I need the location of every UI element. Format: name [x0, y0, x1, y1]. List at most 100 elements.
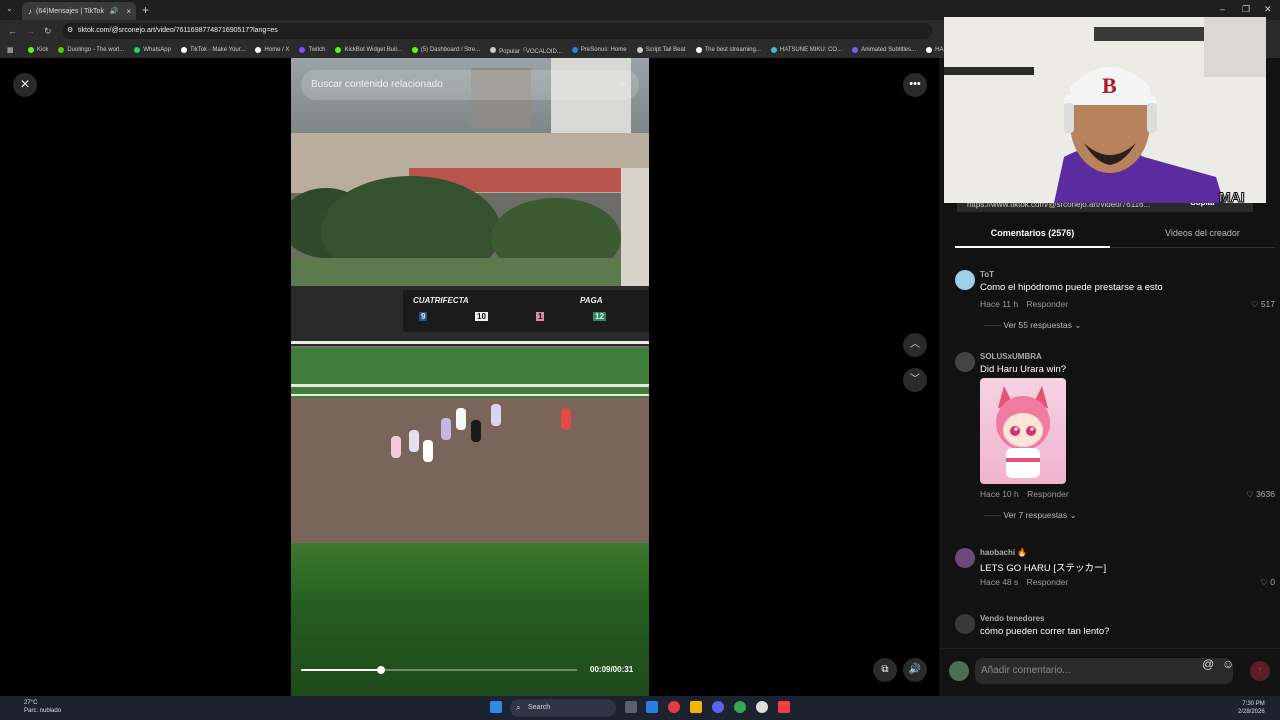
video-grass [291, 348, 649, 398]
bookmark-item[interactable]: (5) Dashboard / Stre... [411, 47, 480, 53]
bookmark-item[interactable]: KickBot Widget Buil... [335, 47, 402, 53]
board-number: 9 [419, 312, 428, 321]
avatar[interactable] [955, 548, 975, 568]
reload-icon[interactable]: ↻ [44, 26, 52, 37]
chevron-down-icon[interactable]: ﹀ [903, 368, 927, 392]
bookmark-favicon-icon [134, 47, 141, 53]
svg-text:B: B [1102, 73, 1117, 98]
floating-player-icon[interactable]: ⧉ [873, 658, 897, 682]
tab-creator-videos[interactable]: Videos del creador [1125, 228, 1280, 238]
reply-button[interactable]: Responder [1027, 489, 1069, 499]
start-icon[interactable] [490, 701, 502, 713]
new-tab-icon[interactable]: + [142, 3, 149, 17]
browser-tab[interactable]: ♪ (64)Mensajes | TikTok 🔊 × [22, 2, 136, 20]
bookmark-item[interactable]: HATSUNE MIKU: CO... [770, 47, 842, 53]
bookmark-label: TikTok - Make Your... [189, 47, 246, 53]
view-replies-button[interactable]: —— Ver 7 respuestas ⌄ [984, 510, 1077, 521]
related-search[interactable]: Buscar contenido relacionado ⌕ [301, 70, 639, 100]
back-icon[interactable]: ← [8, 26, 17, 36]
progress-knob[interactable] [377, 666, 386, 674]
chevron-down-icon: ⌄ [1069, 510, 1077, 520]
tab-close-icon[interactable]: × [126, 7, 131, 16]
file-explorer-icon[interactable] [690, 701, 702, 713]
bookmark-item[interactable]: HA [926, 47, 943, 53]
bookmark-item[interactable]: Animated Subtitles... [852, 47, 916, 53]
search-icon[interactable]: ⌕ [620, 76, 627, 91]
comment-user[interactable]: ToT [980, 270, 994, 279]
close-icon[interactable]: × [13, 73, 37, 97]
heart-icon[interactable]: ♡ [1260, 577, 1268, 587]
weather-widget[interactable]: 27°C Parc. nublado [10, 699, 61, 715]
bookmark-item[interactable]: Popular「VOCALOID... [490, 46, 562, 55]
forward-icon[interactable]: → [26, 26, 35, 36]
app-icon[interactable] [668, 701, 680, 713]
app-icon[interactable] [756, 701, 768, 713]
board-left-label: CUATRIFECTA [413, 296, 469, 305]
avatar[interactable] [955, 352, 975, 372]
bookmark-item[interactable]: PreSonus: Home [571, 47, 627, 53]
url-field[interactable]: ⚙ tiktok.com/@srconejo.art/video/7611698… [62, 23, 932, 39]
taskbar-search[interactable]: ⌕ Search [510, 699, 616, 717]
bookmark-item[interactable]: Script Tail Beat [636, 47, 686, 53]
bookmark-item[interactable]: WhatsApp [134, 47, 171, 53]
minimize-icon[interactable]: – [1220, 4, 1225, 14]
mention-icon[interactable]: @ [1202, 657, 1214, 671]
panel-tabs: Comentarios (2576) Videos del creador [955, 222, 1275, 248]
like-button[interactable]: ♡ 3636 [1246, 489, 1275, 500]
avatar[interactable] [955, 614, 975, 634]
bookmark-item[interactable]: Duolingo - The worl... [58, 47, 124, 53]
view-replies-button[interactable]: —— Ver 55 respuestas ⌄ [984, 320, 1081, 331]
avatar[interactable] [955, 270, 975, 290]
apps-icon[interactable]: ▦ [7, 46, 14, 54]
comment-user[interactable]: SOLUSxUMBRA [980, 352, 1042, 361]
comment-text: cómo pueden correr tan lento? [980, 626, 1110, 637]
webcam-overlay: B MAI [944, 17, 1266, 203]
bookmark-item[interactable]: Kick [28, 47, 48, 53]
video-player[interactable]: CUATRIFECTA PAGA 9 10 1 12 Buscar conten… [291, 58, 649, 696]
bookmark-item[interactable]: The best streaming... [695, 47, 761, 53]
search-icon: ⌕ [516, 703, 521, 712]
chrome-icon[interactable] [734, 701, 746, 713]
site-info-icon[interactable]: ⚙ [67, 26, 73, 34]
reply-button[interactable]: Responder [1027, 299, 1069, 309]
bookmark-favicon-icon [695, 47, 702, 53]
discord-icon[interactable] [712, 701, 724, 713]
heart-icon[interactable]: ♡ [1246, 489, 1254, 499]
audio-icon[interactable]: 🔊 [110, 7, 119, 15]
progress-bar[interactable] [301, 666, 577, 674]
maximize-icon[interactable]: ❐ [1242, 4, 1250, 15]
progress-fill [301, 669, 382, 671]
reply-button[interactable]: Responder [1027, 577, 1069, 587]
edge-icon[interactable] [646, 701, 658, 713]
runner [471, 420, 481, 442]
comment-input[interactable]: Añadir comentario... [975, 658, 1233, 684]
tab-comments[interactable]: Comentarios (2576) [955, 228, 1110, 238]
volume-icon[interactable]: 🔊 [903, 658, 927, 682]
send-icon[interactable]: ↑ [1250, 661, 1270, 681]
comment-sticker-image[interactable] [980, 378, 1066, 484]
related-search-text: Buscar contenido relacionado [311, 79, 443, 90]
bookmark-item[interactable]: Home / X [255, 47, 289, 53]
like-count: 517 [1260, 299, 1275, 309]
taskbar-clock[interactable]: 7:30 PM 2/28/2026 [1238, 700, 1265, 716]
bookmark-favicon-icon [180, 47, 187, 53]
comment-item: Vendo tenedores cómo pueden correr tan l… [955, 614, 1275, 648]
bookmark-item[interactable]: Twitch [299, 47, 325, 53]
comment-user[interactable]: Vendo tenedores [980, 614, 1044, 623]
like-button[interactable]: ♡ 0 [1260, 577, 1275, 588]
comment-user[interactable]: haobachi 🔥 [980, 548, 1027, 557]
window-close-icon[interactable]: ✕ [1264, 4, 1272, 15]
comment-text: Como el hipódromo puede prestarse a esto [980, 282, 1163, 293]
emoji-icon[interactable]: ☺ [1222, 657, 1234, 671]
more-icon[interactable]: ••• [903, 73, 927, 97]
tab-list-icon[interactable]: ⌄ [6, 4, 13, 13]
music-icon[interactable] [778, 701, 790, 713]
like-button[interactable]: ♡ 517 [1251, 299, 1275, 310]
task-view-icon[interactable] [625, 701, 637, 713]
bookmark-item[interactable]: TikTok - Make Your... [180, 47, 246, 53]
chevron-up-icon[interactable]: ︿ [903, 333, 927, 357]
bookmark-label: HA [935, 47, 944, 53]
avatar[interactable] [949, 661, 969, 681]
runner [423, 440, 433, 462]
heart-icon[interactable]: ♡ [1251, 299, 1259, 309]
